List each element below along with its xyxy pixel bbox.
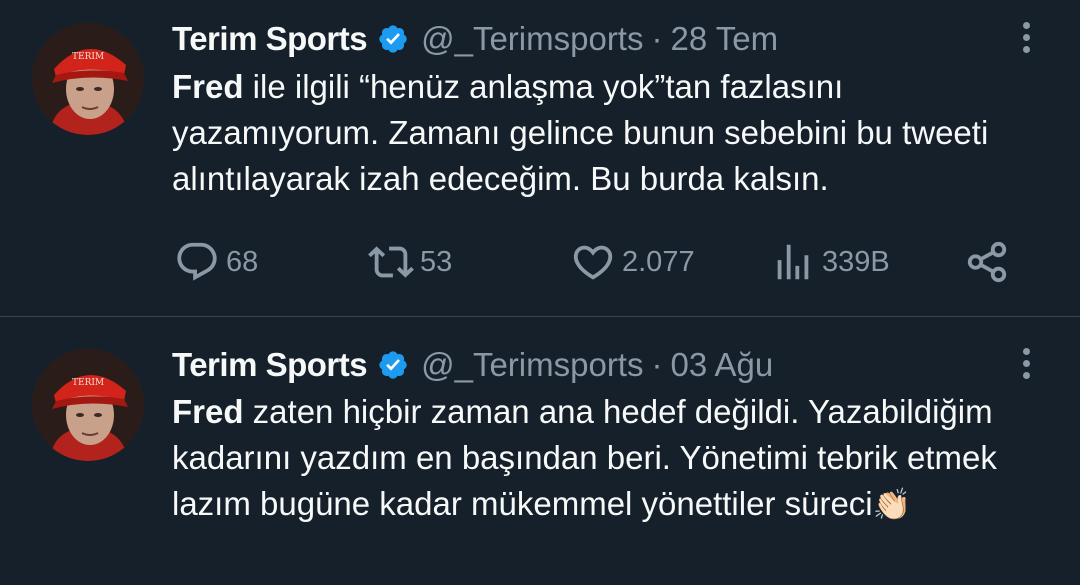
views-count: 339B [822, 245, 890, 278]
tweet[interactable]: TERIM Terim Sports @_Terimsports · 03 Ağ… [0, 317, 1080, 585]
retweet-icon [368, 239, 414, 285]
tweet-header: Terim Sports @_Terimsports · 03 Ağu [172, 343, 773, 387]
more-options-icon[interactable] [1016, 343, 1036, 387]
tweet-text-bold: Fred [172, 393, 244, 430]
retweet-count: 53 [420, 245, 453, 278]
reply-button[interactable]: 68 [174, 238, 258, 286]
retweet-button[interactable]: 53 [368, 238, 452, 286]
author-handle[interactable]: @_Terimsports [421, 346, 643, 384]
clapping-hands-emoji: 👏🏻 [872, 487, 912, 522]
tweet[interactable]: TERIM Terim Sports @_Terimsports · 28 Te… [0, 0, 1080, 317]
tweet-date[interactable]: 28 Tem [670, 20, 778, 58]
svg-text:TERIM: TERIM [72, 378, 104, 388]
verified-badge-icon [377, 23, 409, 55]
views-button[interactable]: 339B [770, 238, 890, 286]
share-icon [964, 239, 1010, 285]
tweet-text: Fred ile ilgili “henüz anlaşma yok”tan f… [172, 64, 1052, 202]
reply-icon [174, 239, 220, 285]
author-handle[interactable]: @_Terimsports [421, 20, 643, 58]
like-icon [570, 239, 616, 285]
like-button[interactable]: 2.077 [570, 238, 695, 286]
tweet-header: Terim Sports @_Terimsports · 28 Tem [172, 17, 778, 61]
share-button[interactable] [964, 238, 1010, 286]
reply-count: 68 [226, 245, 259, 278]
avatar[interactable]: TERIM [32, 23, 144, 135]
views-icon [770, 239, 816, 285]
tweet-date[interactable]: 03 Ağu [670, 346, 773, 384]
tweet-actions: 68 53 2.077 339B [172, 238, 1022, 286]
avatar[interactable]: TERIM [32, 349, 144, 461]
tweet-text-bold: Fred [172, 68, 244, 105]
tweet-text: Fred zaten hiçbir zaman ana hedef değild… [172, 389, 1052, 528]
tweet-text-rest: ile ilgili “henüz anlaşma yok”tan fazlas… [172, 68, 989, 197]
separator-dot: · [651, 20, 663, 57]
like-count: 2.077 [622, 245, 695, 278]
verified-badge-icon [377, 349, 409, 381]
more-options-icon[interactable] [1016, 17, 1036, 61]
separator-dot: · [651, 346, 663, 383]
author-name[interactable]: Terim Sports [172, 346, 368, 384]
svg-text:TERIM: TERIM [72, 52, 104, 62]
author-name[interactable]: Terim Sports [172, 20, 368, 58]
